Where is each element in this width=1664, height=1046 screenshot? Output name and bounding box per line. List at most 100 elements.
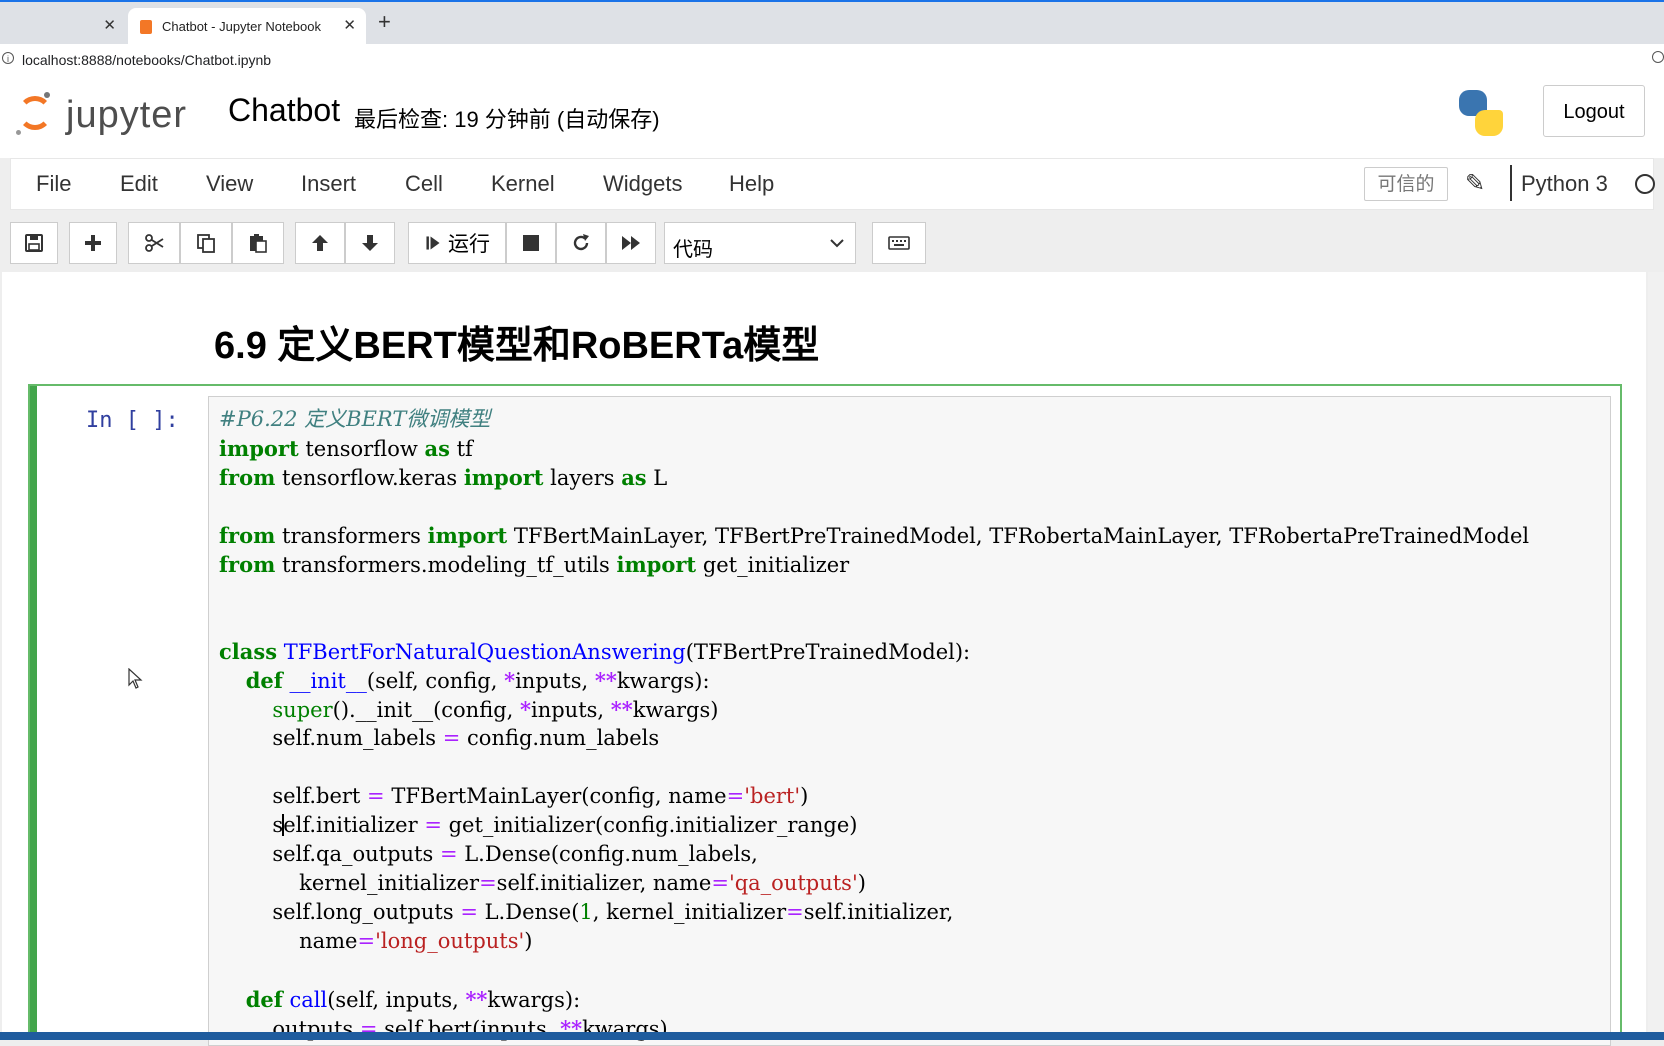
save-icon [25,234,43,252]
menu-view[interactable]: View [206,171,253,197]
menu-help[interactable]: Help [729,171,774,197]
browser-tab-active[interactable]: Chatbot - Jupyter Notebook ✕ [128,8,366,46]
notebook-toolbar: 运行 代码 [0,210,1664,272]
text-cursor [282,814,285,836]
restart-run-all-button[interactable] [606,222,656,264]
cell-prompt: In [ ]: [86,408,179,433]
code-editor[interactable]: #P6.22 定义BERT微调模型 import tensorflow as tf… [208,396,1611,1046]
code-line-0: #P6.22 定义BERT微调模型 [219,407,491,431]
chevron-down-icon [830,239,844,248]
menu-edit[interactable]: Edit [120,171,158,197]
jupyter-header: jupyter Chatbot 最后检查: 19 分钟前 (自动保存) Logo… [0,78,1664,158]
copy-button[interactable] [180,222,232,264]
menu-kernel[interactable]: Kernel [491,171,555,197]
code-line-2: from tensorflow.keras import layers as L [219,465,668,490]
code-text[interactable]: #P6.22 定义BERT微调模型 import tensorflow as tf… [219,405,1529,1043]
run-icon [426,236,440,250]
notebook-container: 6.9 定义BERT模型和RoBERTa模型 In [ ]: #P6.22 定义… [0,272,1664,1046]
keyboard-icon [888,236,910,250]
notebook-page: 6.9 定义BERT模型和RoBERTa模型 In [ ]: #P6.22 定义… [2,272,1646,1046]
code-line-4: from transformers import TFBertMainLayer… [219,523,1530,548]
code-line-5: from transformers.modeling_tf_utils impo… [219,552,850,577]
insert-cell-button[interactable] [69,222,117,264]
cut-button[interactable] [128,222,180,264]
code-line-13: self.bert = TFBertMainLayer(config, name… [219,784,809,808]
code-cell-selected[interactable]: In [ ]: #P6.22 定义BERT微调模型 import tensorfl… [28,384,1622,1046]
logo-text: jupyter [66,94,188,136]
os-taskbar [0,1032,1664,1040]
site-info-icon[interactable]: i [2,52,14,64]
code-line-1: import tensorflow as tf [219,436,473,461]
fast-forward-icon [622,236,640,250]
code-line-18: name='long_outputs') [219,929,533,953]
close-tab-icon[interactable]: ✕ [343,16,356,34]
stop-icon [523,235,539,251]
logo-dot [16,130,21,135]
code-line-9: def __init__(self, config, *inputs, **kw… [245,668,710,693]
menu-cell[interactable]: Cell [405,171,443,197]
cell-edit-indicator [30,386,37,1040]
mouse-pointer-icon [128,668,143,689]
checkpoint-status: 最后检查: 19 分钟前 (自动保存) [354,107,660,132]
paste-icon [250,234,267,253]
trusted-indicator[interactable]: 可信的 [1364,167,1448,201]
logout-button[interactable]: Logout [1543,85,1645,137]
cell-type-select[interactable]: 代码 [664,222,856,264]
close-tab-icon[interactable]: ✕ [103,16,116,34]
logo-dot [44,92,50,98]
code-line-17: self.long_outputs = L.Dense(1, kernel_in… [219,900,954,924]
kernel-separator [1510,165,1512,201]
menu-insert[interactable]: Insert [301,171,356,197]
kernel-name: Python 3 [1521,171,1608,196]
code-line-8: class TFBertForNaturalQuestionAnswering(… [219,639,971,664]
notebook-favicon-icon [140,20,152,34]
code-line-14: self.initializer = get_initializer(confi… [219,813,858,837]
scissors-icon [145,234,164,252]
interrupt-button[interactable] [506,222,556,264]
save-button[interactable] [10,222,58,264]
cell-type-value: 代码 [673,239,713,261]
run-button[interactable]: 运行 [408,222,506,264]
code-line-20: def call(self, inputs, **kwargs): [245,987,581,1012]
url-text[interactable]: localhost:8888/notebooks/Chatbot.ipynb [22,52,271,68]
code-line-15: self.qa_outputs = L.Dense(config.num_lab… [219,842,758,866]
arrow-down-icon [362,235,378,251]
jupyter-logo-ring-icon [18,96,52,130]
restart-icon [573,234,589,251]
address-bar[interactable]: i localhost:8888/notebooks/Chatbot.ipynb [0,44,1664,79]
code-line: #P6.22 定义BERT微调模型 [219,405,1529,434]
arrow-up-icon [312,235,328,251]
command-palette-button[interactable] [872,222,926,264]
move-down-button[interactable] [345,222,395,264]
jupyter-logo[interactable]: jupyter [16,90,206,138]
markdown-heading[interactable]: 6.9 定义BERT模型和RoBERTa模型 [214,314,819,369]
notebook-name[interactable]: Chatbot [228,92,340,129]
new-tab-plus-icon[interactable]: + [378,10,391,34]
pencil-icon[interactable]: ✎ [1465,169,1485,198]
python-logo-yellow [1475,110,1503,136]
paste-button[interactable] [232,222,284,264]
code-line-16: kernel_initializer=self.initializer, nam… [219,871,866,895]
copy-icon [197,234,215,253]
run-label: 运行 [448,233,490,256]
browser-tab-previous[interactable]: ✕ [0,8,122,46]
code-line-10: super().__init__(config, *inputs, **kwar… [272,697,719,722]
code-line-11: self.num_labels = config.num_labels [219,726,660,750]
browser-tab-strip: ✕ Chatbot - Jupyter Notebook ✕ + [0,0,1664,46]
menubar: File Edit View Insert Cell Kernel Widget… [10,158,1655,210]
kernel-idle-icon [1635,174,1655,194]
move-up-button[interactable] [295,222,345,264]
menu-file[interactable]: File [36,171,71,197]
menu-widgets[interactable]: Widgets [603,171,682,197]
python-logo-icon [1456,88,1506,138]
zoom-icon[interactable] [1652,51,1664,63]
plus-icon [85,235,101,251]
restart-button[interactable] [556,222,606,264]
vertical-scrollbar[interactable] [1648,272,1664,1032]
tab-title: Chatbot - Jupyter Notebook [162,19,321,34]
